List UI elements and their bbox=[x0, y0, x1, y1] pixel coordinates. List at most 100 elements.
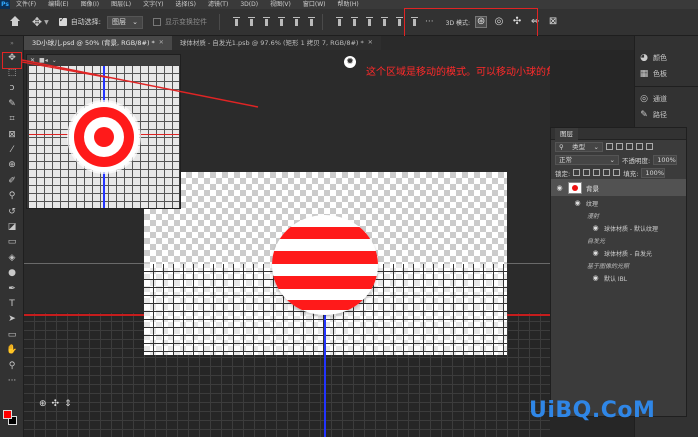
auto-select-checkbox[interactable] bbox=[58, 15, 67, 26]
align-hcenter-icon[interactable] bbox=[292, 17, 301, 27]
eye-icon[interactable]: ◉ bbox=[555, 184, 564, 192]
auto-select-label: 自动选择: bbox=[70, 18, 102, 26]
secondary-view-canvas bbox=[29, 66, 179, 208]
eye-icon[interactable]: ◉ bbox=[591, 224, 600, 232]
panel-label: 路径 bbox=[653, 111, 667, 119]
crop-tool-icon[interactable]: ⌗ bbox=[0, 112, 24, 127]
hand-tool-icon[interactable]: ✋ bbox=[0, 342, 24, 357]
foreground-color-swatch[interactable] bbox=[3, 410, 12, 419]
eye-icon[interactable]: ◉ bbox=[591, 274, 600, 282]
align-right-icon[interactable] bbox=[307, 17, 316, 27]
layer-row-emissive-texture[interactable]: ◉ 球体材质 - 自发光 bbox=[551, 246, 686, 260]
lock-artboard-icon[interactable] bbox=[603, 169, 611, 176]
secondary-view-panel[interactable]: ✕ ■◂ ⌄ bbox=[26, 54, 181, 209]
filter-adjustment-icon[interactable] bbox=[616, 143, 623, 150]
tab-layers[interactable]: 图层 bbox=[555, 127, 578, 140]
lock-all-icon[interactable] bbox=[613, 169, 621, 176]
filter-shape-icon[interactable] bbox=[636, 143, 643, 150]
close-icon[interactable]: ✕ bbox=[30, 57, 35, 64]
blend-mode-dropdown[interactable]: 正常 ⌄ bbox=[555, 154, 619, 165]
eye-icon[interactable]: ◉ bbox=[573, 199, 582, 207]
panel-color[interactable]: ◕ 颜色 bbox=[635, 50, 698, 66]
dodge-tool-icon[interactable]: ● bbox=[0, 265, 24, 280]
chevron-down-icon[interactable]: ⌄ bbox=[52, 57, 57, 64]
align-top-icon[interactable] bbox=[232, 17, 241, 27]
orbit-view-icon[interactable]: ⊕ bbox=[39, 399, 47, 409]
fill-field[interactable]: 100% bbox=[641, 167, 666, 178]
panel-channels[interactable]: ◎ 通道 bbox=[635, 91, 698, 107]
eraser-tool-icon[interactable]: ◪ bbox=[0, 219, 24, 234]
layer-name: 纹理 bbox=[586, 200, 599, 208]
show-transform-label: 显示变换控件 bbox=[165, 18, 208, 26]
tab-3d-ball-document[interactable]: 3D小球儿.psd @ 50% (背景, RGB/8#) * ✕ bbox=[24, 36, 172, 50]
distribute-top-icon[interactable] bbox=[335, 17, 344, 27]
align-group bbox=[232, 17, 316, 27]
frame-tool-icon[interactable]: ⊠ bbox=[0, 127, 24, 142]
distribute-hcenter-icon[interactable] bbox=[395, 17, 404, 27]
distribute-vcenter-icon[interactable] bbox=[350, 17, 359, 27]
layer-name: 背景 bbox=[586, 184, 599, 193]
eyedropper-tool-icon[interactable]: ⁄ bbox=[0, 142, 24, 157]
layer-row-default-ibl[interactable]: ◉ 默认 IBL bbox=[551, 271, 686, 285]
type-tool-icon[interactable]: T bbox=[0, 296, 24, 311]
show-transform-checkbox[interactable] bbox=[153, 18, 162, 26]
filter-pixel-icon[interactable] bbox=[606, 143, 613, 150]
lock-row: 锁定: 填充: 100% bbox=[551, 166, 686, 179]
history-brush-tool-icon[interactable]: ↺ bbox=[0, 204, 24, 219]
panel-paths[interactable]: ✎ 路径 bbox=[635, 107, 698, 123]
ball-stripe bbox=[272, 251, 378, 264]
eye-icon[interactable]: ◉ bbox=[591, 249, 600, 257]
dolly-view-icon[interactable]: ⇕ bbox=[64, 399, 72, 409]
brush-tool-icon[interactable]: ✐ bbox=[0, 173, 24, 188]
light-source-icon[interactable]: ✹ bbox=[344, 56, 356, 68]
layer-row-textures[interactable]: ◉ 纹理 bbox=[551, 196, 686, 210]
lock-transparent-icon[interactable] bbox=[573, 169, 581, 176]
zoom-tool-icon[interactable]: ⚲ bbox=[0, 358, 24, 373]
close-icon[interactable]: ✕ bbox=[368, 36, 373, 50]
camera-icon[interactable]: ■◂ bbox=[39, 57, 48, 64]
layer-row-default-texture[interactable]: ◉ 球体材质 - 默认纹理 bbox=[551, 221, 686, 235]
secondary-view-header: ✕ ■◂ ⌄ bbox=[27, 55, 180, 65]
gradient-tool-icon[interactable]: ▭ bbox=[0, 235, 24, 250]
chevron-down-icon[interactable]: ▼ bbox=[44, 19, 49, 26]
lock-position-icon[interactable] bbox=[593, 169, 601, 176]
watermark: UiBQ.CoM bbox=[529, 398, 656, 423]
align-left-icon[interactable] bbox=[277, 17, 286, 27]
align-vcenter-icon[interactable] bbox=[247, 17, 256, 27]
panel-swatches[interactable]: ▦ 色板 bbox=[635, 66, 698, 82]
layer-filter-dropdown[interactable]: ⚲ 类型 ⌄ bbox=[555, 141, 603, 152]
auto-select-dropdown[interactable]: 图层 ⌄ bbox=[107, 15, 144, 29]
filter-type-icon[interactable] bbox=[626, 143, 633, 150]
quick-select-tool-icon[interactable]: ✎ bbox=[0, 96, 24, 111]
clone-stamp-tool-icon[interactable]: ⚲ bbox=[0, 189, 24, 204]
opacity-field[interactable]: 100% bbox=[653, 154, 678, 165]
close-icon[interactable]: ✕ bbox=[159, 36, 164, 50]
distribute-bottom-icon[interactable] bbox=[365, 17, 374, 27]
scale-3d-icon[interactable]: ⊠ bbox=[548, 17, 558, 27]
more-tools-icon[interactable]: ··· bbox=[0, 373, 24, 388]
layer-row-background[interactable]: ◉ 背景 bbox=[551, 179, 686, 196]
pan-view-icon[interactable]: ✣ bbox=[52, 399, 60, 409]
striped-3d-ball[interactable] bbox=[272, 215, 378, 315]
divider bbox=[322, 14, 324, 30]
pen-tool-icon[interactable]: ✒ bbox=[0, 281, 24, 296]
layer-row-ibl: 基于图像的光照 bbox=[551, 260, 686, 271]
home-icon[interactable] bbox=[9, 16, 21, 28]
toolbar-collapse-icon[interactable]: » bbox=[0, 36, 24, 50]
document-tabs: 3D小球儿.psd @ 50% (背景, RGB/8#) * ✕ 球体材质 - … bbox=[24, 36, 698, 50]
lasso-tool-icon[interactable]: ↄ bbox=[0, 81, 24, 96]
rectangle-tool-icon[interactable]: ▭ bbox=[0, 327, 24, 342]
tab-material-document[interactable]: 球体材质 - 自发光1.psb @ 97.6% (矩形 1 拷贝 7, RGB/… bbox=[171, 36, 381, 50]
path-select-tool-icon[interactable]: ➤ bbox=[0, 312, 24, 327]
align-bottom-icon[interactable] bbox=[262, 17, 271, 27]
move-tool-preset-icon[interactable]: ✥ bbox=[32, 15, 42, 29]
tab-label: 球体材质 - 自发光1.psb @ 97.6% (矩形 1 拷贝 7, RGB/… bbox=[179, 39, 364, 47]
layers-panel: 图层 ⚲ 类型 ⌄ 正常 ⌄ 不透明度: 100% 锁定: 填充: 100% ◉… bbox=[550, 127, 687, 417]
filter-smart-icon[interactable] bbox=[646, 143, 653, 150]
lock-pixels-icon[interactable] bbox=[583, 169, 591, 176]
blur-tool-icon[interactable]: ◈ bbox=[0, 250, 24, 265]
photoshop-window: Ps 文件(F) 编辑(E) 图像(I) 图层(L) 文字(Y) 选择(S) 滤… bbox=[0, 0, 698, 437]
healing-brush-tool-icon[interactable]: ⊕ bbox=[0, 158, 24, 173]
distribute-left-icon[interactable] bbox=[380, 17, 389, 27]
palette-icon: ◕ bbox=[640, 53, 648, 63]
